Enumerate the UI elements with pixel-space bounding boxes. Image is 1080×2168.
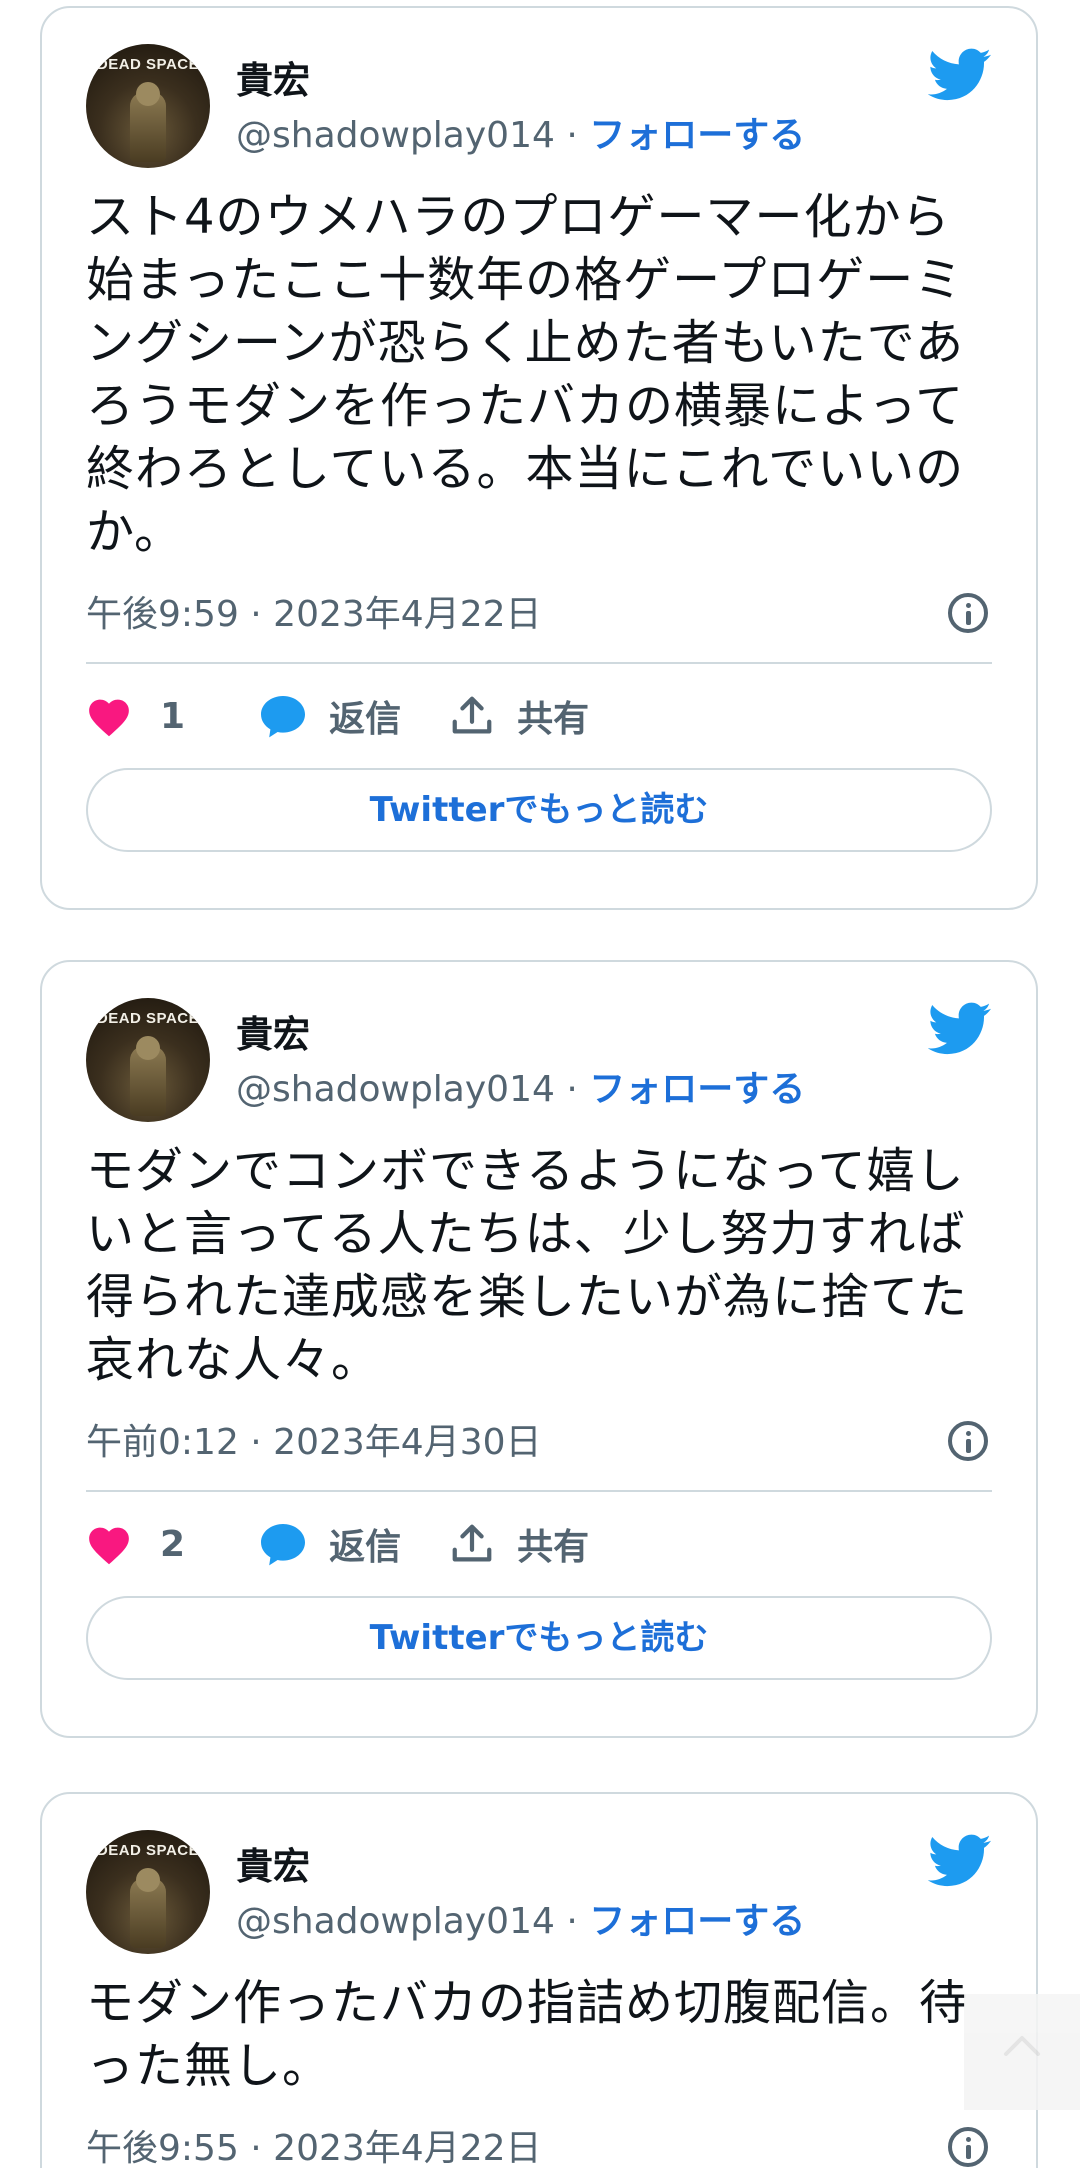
tweet-header: DEAD SPACE 貴宏 @shadowplay014 · フォローする bbox=[86, 40, 992, 168]
like-count: 1 bbox=[160, 695, 186, 737]
author-handle[interactable]: @shadowplay014 bbox=[236, 1901, 555, 1942]
tweet-header: DEAD SPACE 貴宏 @shadowplay014 · フォローする bbox=[86, 1826, 992, 1954]
reply-button[interactable]: 返信 bbox=[259, 1518, 401, 1570]
tweet-meta: 午後9:55 · 2023年4月22日 bbox=[86, 2114, 992, 2168]
avatar[interactable]: DEAD SPACE bbox=[86, 998, 210, 1122]
tweet-text: モダンでコンボできるようになって嬉しいと言ってる人たちは、少し努力すれば得られた… bbox=[86, 1143, 969, 1388]
author-handle[interactable]: @shadowplay014 bbox=[236, 1069, 555, 1110]
avatar-helmet bbox=[136, 82, 160, 106]
share-label: 共有 bbox=[517, 699, 590, 740]
avatar-logo-text: DEAD SPACE bbox=[96, 56, 200, 73]
twitter-bird-icon[interactable] bbox=[928, 48, 992, 102]
follow-button[interactable]: フォローする bbox=[589, 1069, 805, 1110]
tweet-meta: 午前0:12 · 2023年4月30日 bbox=[86, 1408, 992, 1478]
author-name[interactable]: 貴宏 bbox=[236, 50, 310, 104]
avatar-logo-text: DEAD SPACE bbox=[96, 1010, 200, 1027]
speech-bubble-icon bbox=[261, 1524, 306, 1566]
handle-line: @shadowplay014 · フォローする bbox=[236, 106, 805, 158]
separator: · bbox=[554, 1901, 590, 1942]
heart-icon bbox=[89, 699, 129, 737]
share-button[interactable]: 共有 bbox=[449, 690, 589, 742]
tweet-text: モダン作ったバカの指詰め切腹配信。待った無し。 bbox=[86, 1975, 969, 2094]
tweet-card: DEAD SPACE 貴宏 @shadowplay014 · フォローする モダ… bbox=[40, 1792, 1038, 2168]
author-name[interactable]: 貴宏 bbox=[236, 1004, 310, 1058]
speech-bubble-icon bbox=[261, 696, 306, 738]
tweet-timestamp[interactable]: 午前0:12 · 2023年4月30日 bbox=[86, 1422, 542, 1463]
author-handle[interactable]: @shadowplay014 bbox=[236, 115, 555, 156]
separator: · bbox=[554, 1069, 590, 1110]
tweet-text: スト4のウメハラのプロゲーマー化から始まったここ十数年の格ゲープロゲーミングシー… bbox=[86, 189, 965, 560]
twitter-bird-icon[interactable] bbox=[928, 1834, 992, 1888]
handle-line: @shadowplay014 · フォローする bbox=[236, 1892, 805, 1944]
reply-label: 返信 bbox=[329, 1527, 402, 1568]
tweet-card: DEAD SPACE 貴宏 @shadowplay014 · フォローする モダ… bbox=[40, 960, 1038, 1738]
read-more-button[interactable]: Twitterでもっと読む bbox=[86, 1596, 992, 1680]
info-icon[interactable] bbox=[948, 593, 988, 633]
reply-button[interactable]: 返信 bbox=[259, 690, 401, 742]
handle-line: @shadowplay014 · フォローする bbox=[236, 1060, 805, 1112]
tweet-card: DEAD SPACE 貴宏 @shadowplay014 · フォローする スト… bbox=[40, 6, 1038, 910]
share-label: 共有 bbox=[517, 1527, 590, 1568]
avatar[interactable]: DEAD SPACE bbox=[86, 1830, 210, 1954]
share-upload-icon bbox=[452, 696, 492, 734]
tweet-actions: 1 返信 共有 bbox=[86, 664, 992, 768]
chevron-up-icon bbox=[1004, 2036, 1040, 2056]
tweet-embed-feed: DEAD SPACE 貴宏 @shadowplay014 · フォローする スト… bbox=[0, 0, 1080, 2168]
tweet-timestamp[interactable]: 午後9:55 · 2023年4月22日 bbox=[86, 2128, 542, 2168]
author-name[interactable]: 貴宏 bbox=[236, 1836, 310, 1890]
tweet-header: DEAD SPACE 貴宏 @shadowplay014 · フォローする bbox=[86, 994, 992, 1122]
tweet-timestamp[interactable]: 午後9:59 · 2023年4月22日 bbox=[86, 594, 542, 635]
read-more-button[interactable]: Twitterでもっと読む bbox=[86, 768, 992, 852]
like-button[interactable]: 2 bbox=[86, 1523, 185, 1565]
scroll-to-top-button[interactable] bbox=[964, 1994, 1080, 2110]
avatar-logo-text: DEAD SPACE bbox=[96, 1842, 200, 1859]
reply-label: 返信 bbox=[329, 699, 402, 740]
avatar-helmet bbox=[136, 1036, 160, 1060]
info-icon[interactable] bbox=[948, 1421, 988, 1461]
twitter-bird-icon[interactable] bbox=[928, 1002, 992, 1056]
follow-button[interactable]: フォローする bbox=[589, 1901, 805, 1942]
like-button[interactable]: 1 bbox=[86, 695, 185, 737]
info-icon[interactable] bbox=[948, 2127, 988, 2167]
follow-button[interactable]: フォローする bbox=[589, 115, 805, 156]
share-upload-icon bbox=[452, 1524, 492, 1562]
like-count: 2 bbox=[160, 1523, 186, 1565]
avatar-helmet bbox=[136, 1868, 160, 1892]
avatar[interactable]: DEAD SPACE bbox=[86, 44, 210, 168]
separator: · bbox=[554, 115, 590, 156]
tweet-meta: 午後9:59 · 2023年4月22日 bbox=[86, 580, 992, 650]
tweet-actions: 2 返信 共有 bbox=[86, 1492, 992, 1596]
share-button[interactable]: 共有 bbox=[449, 1518, 589, 1570]
heart-icon bbox=[89, 1527, 129, 1565]
